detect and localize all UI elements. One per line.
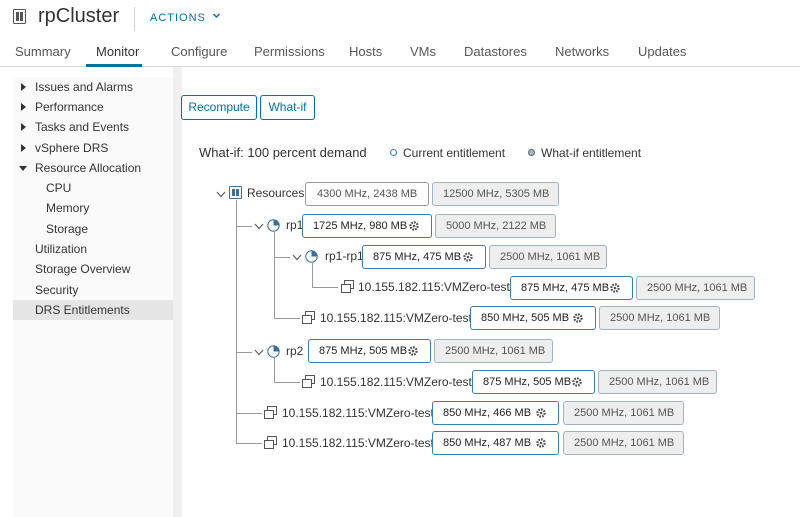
resource-pool-icon [305, 250, 318, 263]
resource-pool-icon [267, 345, 280, 358]
tree-node-rp2[interactable]: rp2 [286, 344, 303, 358]
tree-node-vmzero-test-4[interactable]: 10.155.182.115:VMZero-test-4 [282, 436, 445, 450]
resource-pool-icon [267, 219, 280, 232]
current-entitlement-box[interactable]: 1725 MHz, 980 MB [302, 214, 432, 238]
vm-icon [341, 280, 354, 293]
whatif-entitlement-box: 2500 MHz, 1061 MB [434, 339, 553, 363]
whatif-entitlement-box: 2500 MHz, 1061 MB [489, 245, 607, 269]
whatif-entitlement-box: 2500 MHz, 1061 MB [598, 370, 717, 394]
tree-node-rp1-rp1[interactable]: rp1-rp1 [325, 249, 364, 263]
tree-connector [274, 358, 275, 382]
vm-icon [302, 375, 315, 388]
whatif-entitlement-box: 5000 MHz, 2122 MB [435, 214, 556, 238]
tree-connector [312, 287, 338, 288]
gear-icon[interactable] [462, 251, 474, 263]
tree-node-vmzero-test-1[interactable]: 10.155.182.115:VMZero-test-1 [320, 311, 483, 325]
current-entitlement-box[interactable]: 850 MHz, 466 MB [432, 401, 559, 425]
current-entitlement-box[interactable]: 875 MHz, 505 MB [472, 370, 595, 394]
chevron-down-icon[interactable] [292, 254, 302, 261]
tree-connector [274, 318, 300, 319]
tree-connector [274, 232, 275, 318]
chevron-down-icon[interactable] [254, 223, 264, 230]
tree-node-resources[interactable]: Resources [247, 186, 304, 200]
whatif-entitlement-box: 2500 MHz, 1061 MB [563, 431, 684, 455]
tree-connector [236, 226, 252, 227]
tree-connector [274, 382, 300, 383]
vm-icon [264, 406, 277, 419]
chevron-down-icon[interactable] [216, 191, 226, 198]
vm-icon [264, 436, 277, 449]
tree-connector [236, 413, 262, 414]
whatif-entitlement-box: 2500 MHz, 1061 MB [563, 401, 684, 425]
gear-icon[interactable] [407, 345, 419, 357]
tree-connector [312, 263, 313, 287]
tree-node-vmzero-test-2[interactable]: 10.155.182.115:VMZero-test-2 [320, 375, 483, 389]
whatif-entitlement-box: 2500 MHz, 1061 MB [636, 276, 755, 300]
tree-node-vmzero-test-5[interactable]: 10.155.182.115:VMZero-test-5 [282, 406, 445, 420]
cluster-icon [229, 186, 242, 199]
tree-connector [236, 352, 252, 353]
gear-icon[interactable] [535, 437, 547, 449]
current-entitlement-box[interactable]: 850 MHz, 505 MB [470, 306, 596, 330]
whatif-entitlement-box: 12500 MHz, 5305 MB [432, 182, 559, 206]
chevron-down-icon[interactable] [254, 349, 264, 356]
gear-icon[interactable] [535, 407, 547, 419]
current-entitlement-box[interactable]: 850 MHz, 487 MB [432, 431, 559, 455]
tree-connector [274, 257, 290, 258]
tree-connector [236, 200, 237, 444]
entitlement-tree: Resources 4300 MHz, 2438 MB 12500 MHz, 5… [0, 0, 800, 517]
vm-icon [302, 311, 315, 324]
gear-icon[interactable] [609, 282, 621, 294]
gear-icon[interactable] [571, 376, 583, 388]
whatif-entitlement-box: 2500 MHz, 1061 MB [599, 306, 720, 330]
tree-node-vmzero-test-3[interactable]: 10.155.182.115:VMZero-test-3 [358, 280, 521, 294]
current-entitlement-box[interactable]: 875 MHz, 505 MB [308, 339, 431, 363]
tree-node-rp1[interactable]: rp1 [286, 218, 303, 232]
current-entitlement-box[interactable]: 875 MHz, 475 MB [510, 276, 633, 300]
tree-connector [236, 443, 262, 444]
current-entitlement-box[interactable]: 875 MHz, 475 MB [362, 245, 486, 269]
gear-icon[interactable] [408, 220, 420, 232]
current-entitlement-box: 4300 MHz, 2438 MB [305, 182, 429, 206]
gear-icon[interactable] [572, 312, 584, 324]
